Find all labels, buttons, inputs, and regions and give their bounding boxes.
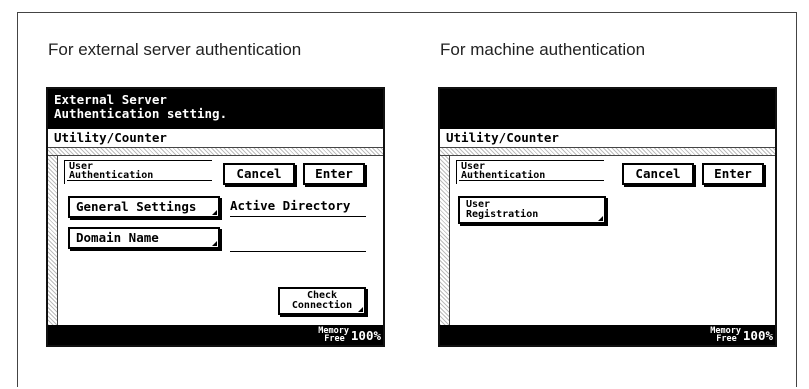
- tab-user-authentication[interactable]: User Authentication: [64, 160, 212, 184]
- status-bar: Memory Free 100%: [48, 325, 383, 345]
- left-caption: For external server authentication: [48, 40, 302, 59]
- corner-arrow-icon: [358, 307, 363, 312]
- enter-button[interactable]: Enter: [303, 163, 365, 185]
- corner-arrow-icon: [212, 241, 217, 246]
- enter-button[interactable]: Enter: [702, 163, 764, 185]
- user-reg-line-2: Registration: [466, 209, 539, 220]
- hatch-divider: [48, 147, 383, 156]
- work-area: User Authentication Cancel Enter General…: [58, 156, 383, 325]
- hatch-divider: [440, 147, 775, 156]
- external-server-panel: External Server Authentication setting. …: [46, 87, 385, 347]
- tab-line-2: Authentication: [461, 170, 546, 181]
- machine-auth-panel: Utility/Counter User Authentication Canc…: [438, 87, 777, 347]
- general-settings-button[interactable]: General Settings: [68, 196, 220, 218]
- memory-line-2: Free: [324, 334, 345, 344]
- cancel-label: Cancel: [236, 166, 282, 181]
- check-connection-button[interactable]: Check Connection: [278, 287, 366, 315]
- cancel-button[interactable]: Cancel: [223, 163, 295, 185]
- corner-arrow-icon: [212, 210, 217, 215]
- memory-value: 100%: [742, 328, 773, 343]
- message-line-2: Authentication setting.: [54, 106, 228, 121]
- message-bar: [440, 89, 775, 129]
- cancel-button[interactable]: Cancel: [622, 163, 694, 185]
- domain-name-button[interactable]: Domain Name: [68, 227, 220, 249]
- general-settings-value: Active Directory: [230, 197, 366, 217]
- utility-counter-label: Utility/Counter: [440, 129, 775, 147]
- enter-label: Enter: [714, 166, 752, 181]
- user-registration-button[interactable]: User Registration: [458, 196, 606, 224]
- memory-label: Memory Free: [318, 327, 349, 344]
- message-bar: External Server Authentication setting.: [48, 89, 383, 129]
- memory-value: 100%: [350, 328, 381, 343]
- memory-line-2: Free: [716, 334, 737, 344]
- status-bar: Memory Free 100%: [440, 325, 775, 345]
- message-line-1: External Server: [54, 92, 167, 107]
- work-area: User Authentication Cancel Enter User Re…: [450, 156, 775, 325]
- utility-counter-label: Utility/Counter: [48, 129, 383, 147]
- cancel-label: Cancel: [635, 166, 681, 181]
- domain-name-label: Domain Name: [76, 230, 159, 245]
- tab-line-2: Authentication: [69, 170, 154, 181]
- domain-name-value: [230, 232, 366, 252]
- check-line-2: Connection: [291, 300, 353, 311]
- corner-arrow-icon: [598, 216, 603, 221]
- right-caption: For machine authentication: [440, 40, 646, 59]
- memory-label: Memory Free: [710, 327, 741, 344]
- left-edge-hatch: [48, 156, 58, 325]
- tab-user-authentication[interactable]: User Authentication: [456, 160, 604, 184]
- general-settings-label: General Settings: [76, 199, 197, 214]
- enter-label: Enter: [315, 166, 353, 181]
- left-edge-hatch: [440, 156, 450, 325]
